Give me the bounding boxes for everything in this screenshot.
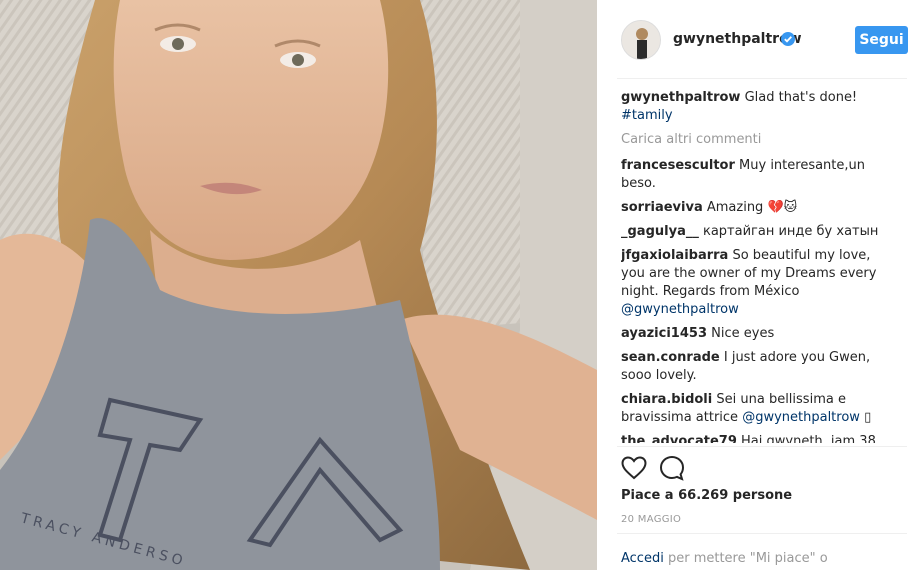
heart-icon[interactable] [621,456,647,480]
avatar-image [622,21,660,59]
comment-username[interactable]: the_advocate79 [621,434,737,443]
comment-username[interactable]: jfgaxiolaibarra [621,248,728,263]
comment-item: sean.conrade I just adore you Gwen, sooo… [621,349,891,385]
comment-text: Nice eyes [711,326,775,341]
comment-item: _gagulya__ картайган инде бу хатын [621,223,891,241]
comments-divider [617,446,907,447]
comment-item: francesescultor Muy interesante,un beso. [621,157,891,193]
comment-icon[interactable] [659,455,685,481]
follow-button[interactable]: Segui [855,26,908,54]
post-panel: gwynethpaltrow Segui gwynethpaltrow Glad… [597,0,915,570]
photo-illustration: TRACY ANDERSO [0,0,597,570]
caption: gwynethpaltrow Glad that's done! #tamily [621,89,891,125]
comment-mention[interactable]: @gwynethpaltrow [621,302,739,317]
comment-trailing-glyph: ▯ [864,410,872,425]
header-divider [617,78,907,79]
comment-item: the_advocate79 Hai gwyneth..iam 38 years… [621,433,891,443]
post-photo[interactable]: TRACY ANDERSO [0,0,597,570]
comment-item: ayazici1453 Nice eyes [621,325,891,343]
load-more-comments-link[interactable]: Carica altri commenti [621,131,891,149]
comment-username[interactable]: francesescultor [621,158,735,173]
comment-username[interactable]: sean.conrade [621,350,720,365]
comment-item: jfgaxiolaibarra So beautiful my love, yo… [621,247,891,319]
comment-mention[interactable]: @gwynethpaltrow [742,410,860,425]
comment-username[interactable]: ayazici1453 [621,326,707,341]
comment-item: sorriaeviva Amazing 💔🐱 [621,199,891,217]
verified-badge-icon [781,32,795,46]
likes-count[interactable]: Piace a 66.269 persone [621,488,792,503]
login-prompt: Accedi per mettere "Mi piace" o [621,551,828,566]
login-prompt-text: per mettere "Mi piace" o [667,551,828,566]
comment-username[interactable]: sorriaeviva [621,200,703,215]
caption-hashtag[interactable]: #tamily [621,108,673,123]
comment-username[interactable]: _gagulya__ [621,224,699,239]
comment-text: картайган инде бу хатын [702,224,879,239]
comment-username[interactable]: chiara.bidoli [621,392,712,407]
avatar[interactable] [621,20,661,60]
login-link[interactable]: Accedi [621,551,664,566]
footer-divider [617,533,907,534]
caption-text: Glad that's done! [744,90,858,105]
comment-text: Amazing 💔🐱 [706,200,798,215]
caption-username[interactable]: gwynethpaltrow [621,90,740,105]
comment-item: chiara.bidoli Sei una bellissima e bravi… [621,391,891,427]
post-date[interactable]: 20 MAGGIO [621,514,681,525]
post-header: gwynethpaltrow Segui [597,0,915,78]
comment-list[interactable]: gwynethpaltrow Glad that's done! #tamily… [621,89,891,443]
